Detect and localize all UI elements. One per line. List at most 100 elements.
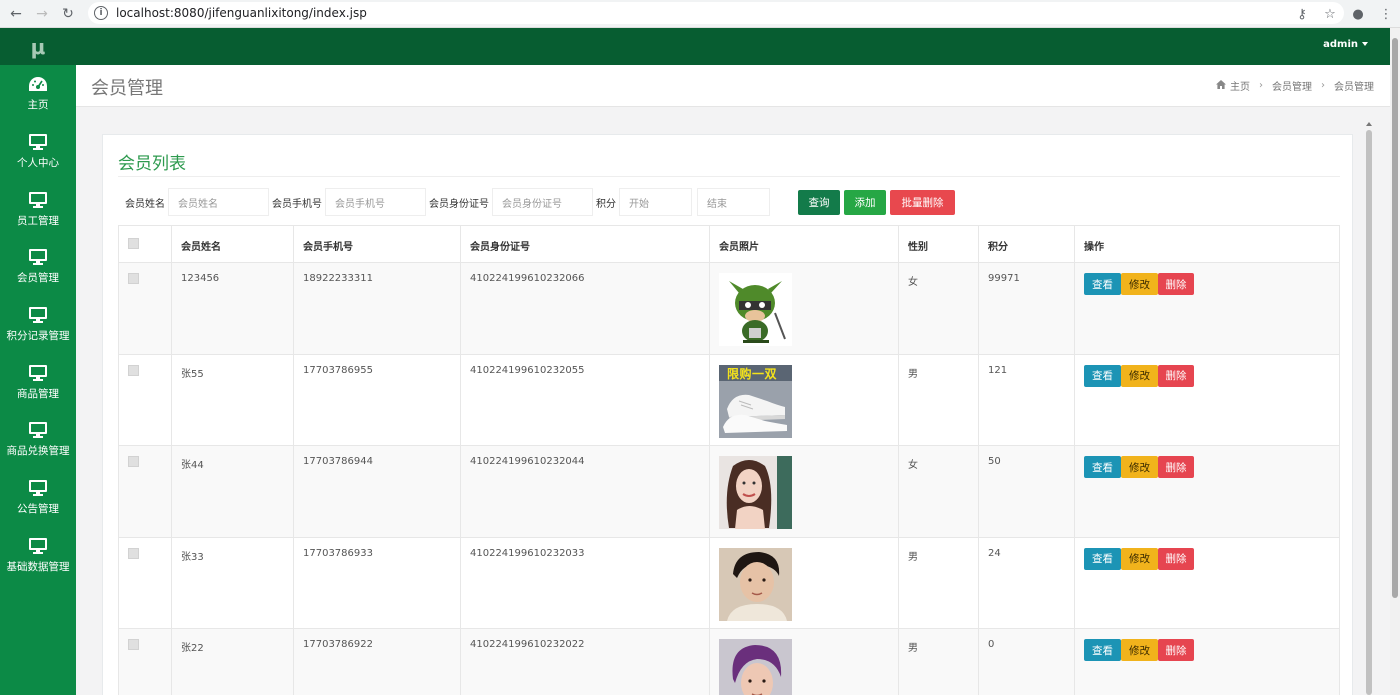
member-points-cell: 50 bbox=[978, 445, 1075, 538]
key-icon[interactable]: ⚷ bbox=[1288, 7, 1316, 22]
bookmark-star-icon[interactable]: ☆ bbox=[1316, 7, 1344, 22]
member-photo bbox=[719, 639, 792, 695]
breadcrumb-section[interactable]: 会员管理 bbox=[1272, 78, 1312, 93]
breadcrumb-home[interactable]: 主页 bbox=[1230, 78, 1250, 93]
sidebar: μ 主页 个人中心 员工管理 会员管理 积分记录管理 商品管理 商品兑换管理 公告管理 基础数据… bbox=[0, 28, 76, 695]
member-points-cell: 24 bbox=[978, 536, 1075, 629]
member-points-cell: 0 bbox=[978, 628, 1075, 695]
row-checkbox[interactable] bbox=[128, 547, 139, 559]
search-form: 会员姓名 会员姓名 会员手机号 会员手机号 会员身份证号 会员身份证号 积分 开… bbox=[125, 188, 955, 216]
delete-button[interactable]: 删除 bbox=[1158, 547, 1194, 570]
scrollbar-thumb[interactable] bbox=[1392, 38, 1398, 598]
view-button[interactable]: 查看 bbox=[1084, 639, 1121, 661]
actions-cell: 查看 修改 删除 bbox=[1074, 262, 1340, 355]
sidebar-item[interactable]: 基础数据管理 bbox=[0, 527, 76, 585]
sidebar-item-label: 员工管理 bbox=[17, 214, 59, 227]
query-button[interactable]: 查询 bbox=[798, 189, 840, 215]
panel-scrollbar[interactable] bbox=[1364, 120, 1374, 695]
delete-button[interactable]: 删除 bbox=[1158, 273, 1194, 295]
browser-menu-icon[interactable]: ⋮ bbox=[1372, 7, 1400, 22]
view-button[interactable]: 查看 bbox=[1084, 364, 1121, 387]
points-end-input[interactable]: 结束 bbox=[697, 188, 770, 216]
address-bar[interactable]: i localhost:8080/jifenguanlixitong/index… bbox=[88, 2, 1344, 24]
member-list-panel: 会员列表 会员姓名 会员姓名 会员手机号 会员手机号 会员身份证号 会员身份证号… bbox=[102, 134, 1353, 695]
edit-button[interactable]: 修改 bbox=[1121, 456, 1158, 478]
select-cell bbox=[118, 628, 172, 695]
actions-cell: 查看 修改 删除 bbox=[1074, 353, 1340, 446]
member-phone-cell: 17703786955 bbox=[293, 353, 461, 446]
select-cell bbox=[118, 353, 172, 446]
breadcrumb: 主页 › 会员管理 › 会员管理 bbox=[1216, 78, 1374, 93]
sidebar-item-label: 主页 bbox=[27, 98, 49, 111]
name-input[interactable]: 会员姓名 bbox=[168, 188, 269, 216]
address-text: localhost:8080/jifenguanlixitong/index.j… bbox=[116, 6, 367, 20]
member-name-cell: 张55 bbox=[171, 353, 294, 446]
sidebar-item[interactable]: 积分记录管理 bbox=[0, 296, 76, 354]
member-photo-cell: 限购一双 bbox=[709, 353, 899, 446]
select-all-checkbox[interactable] bbox=[128, 238, 139, 249]
member-id-cell: 410224199610232022 bbox=[460, 628, 710, 695]
member-photo bbox=[719, 273, 792, 346]
scrollbar-thumb[interactable] bbox=[1366, 130, 1372, 695]
member-points-cell: 99971 bbox=[978, 262, 1075, 355]
edit-button[interactable]: 修改 bbox=[1121, 273, 1158, 295]
photo-caption: 限购一双 bbox=[727, 366, 778, 381]
row-checkbox[interactable] bbox=[128, 273, 139, 284]
view-button[interactable]: 查看 bbox=[1084, 273, 1121, 295]
sidebar-item[interactable]: 会员管理 bbox=[0, 238, 76, 296]
column-header: 积分 bbox=[978, 225, 1075, 263]
sidebar-item[interactable]: 商品管理 bbox=[0, 353, 76, 411]
sidebar-item[interactable]: 个人中心 bbox=[0, 123, 76, 181]
table-row: 张22 17703786922 410224199610232022 男 0 查看 修改 删除 bbox=[118, 628, 1340, 695]
sidebar-item[interactable]: 员工管理 bbox=[0, 180, 76, 238]
select-cell bbox=[118, 536, 172, 629]
member-id-cell: 410224199610232066 bbox=[460, 262, 710, 355]
divider bbox=[118, 176, 1340, 177]
member-table: 会员姓名 会员手机号 会员身份证号 会员照片 性别 积分 操作 123456 18… bbox=[118, 225, 1340, 695]
delete-button[interactable]: 删除 bbox=[1158, 364, 1194, 387]
delete-button[interactable]: 删除 bbox=[1158, 456, 1194, 478]
row-checkbox[interactable] bbox=[128, 639, 139, 650]
sidebar-item[interactable]: 主页 bbox=[0, 65, 76, 123]
phone-label: 会员手机号 bbox=[272, 198, 322, 210]
id-label: 会员身份证号 bbox=[429, 198, 489, 210]
scroll-up-icon[interactable] bbox=[1366, 122, 1372, 126]
edit-button[interactable]: 修改 bbox=[1121, 639, 1158, 661]
breadcrumb-separator: › bbox=[1321, 80, 1325, 91]
points-start-input[interactable]: 开始 bbox=[619, 188, 692, 216]
row-checkbox[interactable] bbox=[128, 364, 139, 376]
dashboard-icon bbox=[28, 76, 48, 97]
edit-button[interactable]: 修改 bbox=[1121, 547, 1158, 570]
back-icon[interactable]: ← bbox=[3, 2, 29, 26]
sidebar-item-label: 商品管理 bbox=[17, 387, 59, 400]
member-name-cell: 张22 bbox=[171, 628, 294, 695]
id-number-input[interactable]: 会员身份证号 bbox=[492, 188, 593, 216]
reload-icon[interactable]: ↻ bbox=[55, 2, 81, 26]
row-checkbox[interactable] bbox=[128, 456, 139, 467]
page-scrollbar[interactable] bbox=[1390, 28, 1400, 695]
sidebar-item[interactable]: 公告管理 bbox=[0, 469, 76, 527]
forward-icon[interactable]: → bbox=[29, 2, 55, 26]
profile-icon[interactable]: ● bbox=[1344, 7, 1372, 22]
column-header: 会员姓名 bbox=[171, 225, 294, 263]
view-button[interactable]: 查看 bbox=[1084, 456, 1121, 478]
table-header-row: 会员姓名 会员手机号 会员身份证号 会员照片 性别 积分 操作 bbox=[118, 225, 1340, 263]
member-photo bbox=[719, 456, 792, 529]
monitor-icon bbox=[28, 133, 48, 155]
site-info-icon[interactable]: i bbox=[94, 6, 108, 20]
bulk-delete-button[interactable]: 批量删除 bbox=[890, 189, 955, 215]
caret-down-icon bbox=[1362, 42, 1368, 46]
edit-button[interactable]: 修改 bbox=[1121, 364, 1158, 387]
delete-button[interactable]: 删除 bbox=[1158, 639, 1194, 661]
phone-input[interactable]: 会员手机号 bbox=[325, 188, 426, 216]
user-name: admin bbox=[1323, 39, 1358, 50]
member-gender-cell: 男 bbox=[898, 353, 979, 446]
column-header: 会员身份证号 bbox=[460, 225, 710, 263]
member-photo-cell bbox=[709, 536, 899, 629]
member-gender-cell: 女 bbox=[898, 445, 979, 538]
add-button[interactable]: 添加 bbox=[844, 189, 886, 215]
view-button[interactable]: 查看 bbox=[1084, 547, 1121, 570]
sidebar-item-label: 公告管理 bbox=[17, 503, 59, 516]
sidebar-item[interactable]: 商品兑换管理 bbox=[0, 411, 76, 469]
user-menu[interactable]: admin bbox=[1323, 39, 1368, 50]
